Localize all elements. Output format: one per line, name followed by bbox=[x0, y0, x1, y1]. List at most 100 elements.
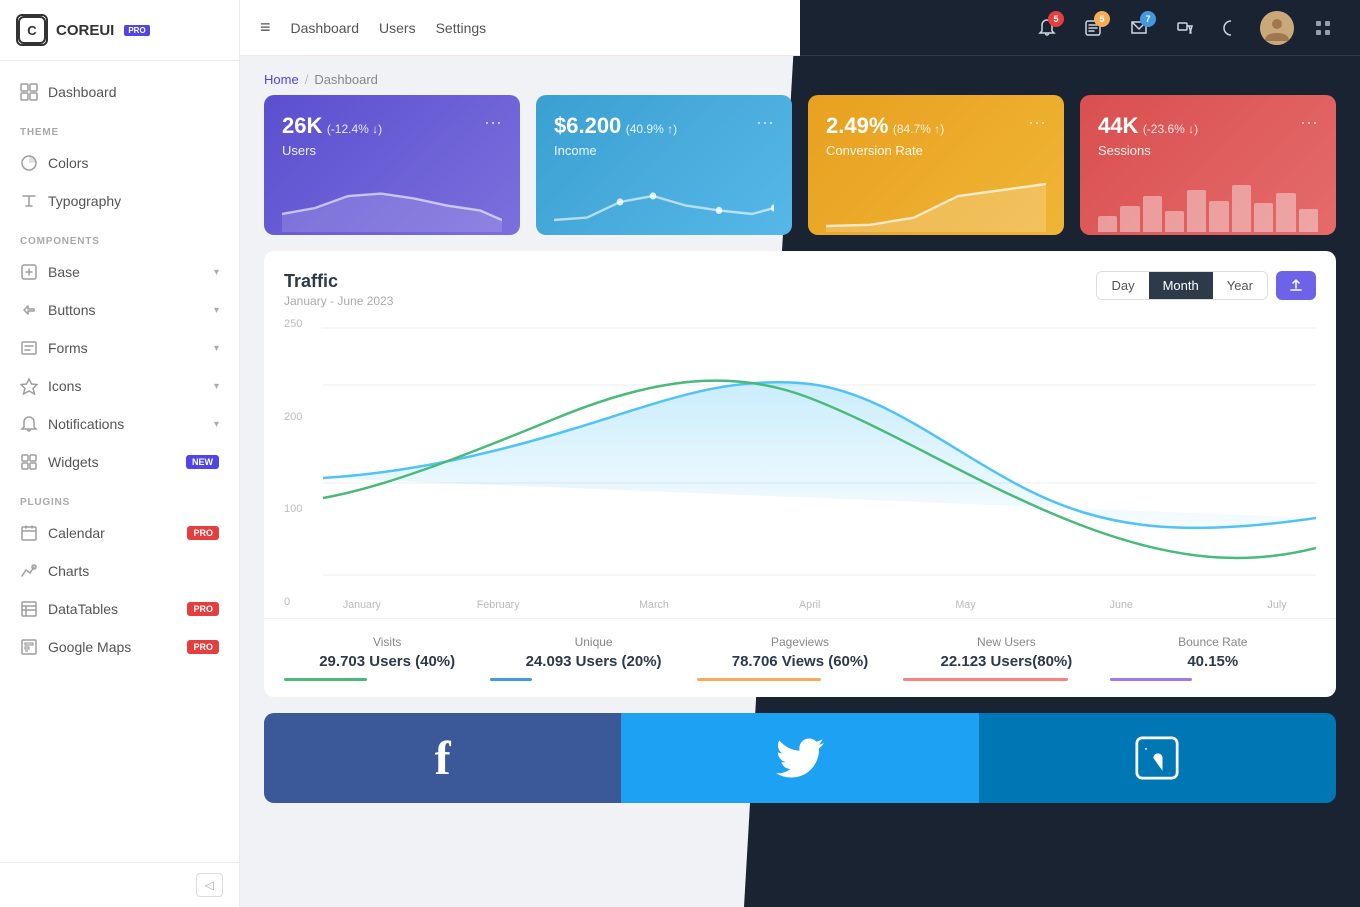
sidebar-item-charts[interactable]: Charts bbox=[0, 552, 239, 590]
upload-button[interactable] bbox=[1276, 271, 1316, 300]
period-button-group: Day Month Year bbox=[1096, 271, 1268, 300]
breadcrumb-home[interactable]: Home bbox=[264, 72, 299, 87]
tasks-button[interactable]: 5 bbox=[1076, 11, 1110, 45]
sidebar-item-icons[interactable]: Icons ▾ bbox=[0, 367, 239, 405]
stat-card-sessions-value: 44K (-23.6% ↓) bbox=[1098, 113, 1198, 139]
stat-card-conversion-menu[interactable]: ··· bbox=[1028, 113, 1046, 131]
unique-bar bbox=[490, 678, 531, 681]
pageviews-value: 78.706 Views (60%) bbox=[697, 653, 903, 670]
icons-icon bbox=[20, 377, 38, 395]
header-nav-settings[interactable]: Settings bbox=[436, 16, 487, 40]
traffic-subtitle: January - June 2023 bbox=[284, 294, 393, 308]
svg-text:C: C bbox=[27, 23, 37, 38]
bouncerate-value: 40.15% bbox=[1110, 653, 1316, 670]
period-day-button[interactable]: Day bbox=[1097, 272, 1148, 299]
sidebar-item-notifications-label: Notifications bbox=[48, 416, 204, 432]
main-content: ≡ Dashboard Users Settings 5 5 bbox=[240, 0, 1360, 907]
svg-text:June: June bbox=[1110, 599, 1133, 611]
linkedin-card[interactable] bbox=[979, 713, 1336, 803]
stat-cards: 26K (-12.4% ↓) Users ··· bbox=[240, 95, 1360, 251]
buttons-icon bbox=[20, 301, 38, 319]
traffic-stats: Visits 29.703 Users (40%) Unique 24.093 … bbox=[264, 618, 1336, 697]
stat-card-sessions-label: Sessions bbox=[1098, 143, 1198, 158]
traffic-stat-visits: Visits 29.703 Users (40%) bbox=[284, 635, 490, 681]
traffic-chart-svg: January February March April May June Ju… bbox=[284, 318, 1316, 618]
header-nav-dashboard[interactable]: Dashboard bbox=[291, 16, 360, 40]
sidebar-item-forms[interactable]: Forms ▾ bbox=[0, 329, 239, 367]
svg-text:February: February bbox=[477, 599, 520, 611]
sidebar-item-datatables[interactable]: DataTables PRO bbox=[0, 590, 239, 628]
bouncerate-bar bbox=[1110, 678, 1193, 681]
googlemaps-icon bbox=[20, 638, 38, 656]
notifications-button[interactable]: 5 bbox=[1030, 11, 1064, 45]
header-nav-users[interactable]: Users bbox=[379, 16, 416, 40]
darkmode-button[interactable] bbox=[1214, 11, 1248, 45]
traffic-title-block: Traffic January - June 2023 bbox=[284, 271, 393, 308]
visits-label: Visits bbox=[284, 635, 490, 649]
sidebar-item-colors[interactable]: Colors bbox=[0, 144, 239, 182]
period-month-button[interactable]: Month bbox=[1149, 272, 1213, 299]
period-year-button[interactable]: Year bbox=[1213, 272, 1267, 299]
twitter-card[interactable] bbox=[621, 713, 978, 803]
apps-grid-button[interactable] bbox=[1306, 11, 1340, 45]
newusers-value: 22.123 Users(80%) bbox=[903, 653, 1109, 670]
icons-chevron: ▾ bbox=[214, 381, 219, 392]
unique-value: 24.093 Users (20%) bbox=[490, 653, 696, 670]
user-avatar[interactable] bbox=[1260, 11, 1294, 45]
stat-card-users-menu[interactable]: ··· bbox=[484, 113, 502, 131]
unique-label: Unique bbox=[490, 635, 696, 649]
traffic-stat-bouncerate: Bounce Rate 40.15% bbox=[1110, 635, 1316, 681]
svg-text:July: July bbox=[1268, 599, 1288, 611]
buttons-chevron: ▾ bbox=[214, 305, 219, 316]
sidebar-item-calendar[interactable]: Calendar PRO bbox=[0, 514, 239, 552]
stat-card-sessions-menu[interactable]: ··· bbox=[1300, 113, 1318, 131]
forms-chevron: ▾ bbox=[214, 343, 219, 354]
base-chevron: ▾ bbox=[214, 267, 219, 278]
sidebar-item-widgets[interactable]: Widgets NEW bbox=[0, 443, 239, 481]
facebook-card[interactable]: f bbox=[264, 713, 621, 803]
header-nav: Dashboard Users Settings bbox=[291, 16, 487, 40]
stat-card-conversion-value: 2.49% (84.7% ↑) bbox=[826, 113, 944, 139]
messages-button[interactable]: 7 bbox=[1122, 11, 1156, 45]
visits-value: 29.703 Users (40%) bbox=[284, 653, 490, 670]
sidebar-item-dashboard-label: Dashboard bbox=[48, 84, 219, 100]
sidebar-collapse-button[interactable]: ◁ bbox=[196, 873, 223, 897]
svg-text:May: May bbox=[955, 599, 976, 611]
sidebar-item-notifications[interactable]: Notifications ▾ bbox=[0, 405, 239, 443]
social-cards: f bbox=[264, 713, 1336, 803]
stat-card-income-header: $6.200 (40.9% ↑) Income ··· bbox=[554, 113, 774, 158]
googlemaps-badge: PRO bbox=[187, 640, 219, 654]
sidebar-item-googlemaps[interactable]: Google Maps PRO bbox=[0, 628, 239, 666]
translate-button[interactable] bbox=[1168, 11, 1202, 45]
sidebar-item-datatables-label: DataTables bbox=[48, 601, 177, 617]
newusers-bar bbox=[903, 678, 1068, 681]
notification-badge: 5 bbox=[1048, 11, 1064, 27]
sidebar-item-buttons[interactable]: Buttons ▾ bbox=[0, 291, 239, 329]
logo-icon: C bbox=[16, 14, 48, 46]
sidebar-item-base[interactable]: Base ▾ bbox=[0, 253, 239, 291]
notifications-chevron: ▾ bbox=[214, 419, 219, 430]
sidebar-item-typography[interactable]: Typography bbox=[0, 182, 239, 220]
sidebar-item-dashboard[interactable]: Dashboard bbox=[0, 73, 239, 111]
messages-badge: 7 bbox=[1140, 11, 1156, 27]
logo-text: COREUI bbox=[56, 22, 114, 39]
traffic-chart-area: 250 200 100 0 bbox=[264, 308, 1336, 618]
typography-icon bbox=[20, 192, 38, 210]
dashboard-icon bbox=[20, 83, 38, 101]
sidebar-item-typography-label: Typography bbox=[48, 193, 219, 209]
stat-card-income-label: Income bbox=[554, 143, 677, 158]
colors-icon bbox=[20, 154, 38, 172]
newusers-label: New Users bbox=[903, 635, 1109, 649]
stat-card-users-value: 26K (-12.4% ↓) bbox=[282, 113, 382, 139]
stat-card-sessions-chart bbox=[1098, 172, 1318, 232]
svg-text:March: March bbox=[639, 599, 669, 611]
svg-text:April: April bbox=[799, 599, 820, 611]
sidebar-item-googlemaps-label: Google Maps bbox=[48, 639, 177, 655]
hamburger-icon[interactable]: ≡ bbox=[260, 17, 271, 38]
stat-card-income-menu[interactable]: ··· bbox=[756, 113, 774, 131]
plugins-section-label: PLUGINS bbox=[0, 481, 239, 514]
stat-card-conversion-header: 2.49% (84.7% ↑) Conversion Rate ··· bbox=[826, 113, 1046, 158]
stat-card-users-chart bbox=[282, 172, 502, 232]
svg-text:January: January bbox=[343, 599, 382, 611]
stat-card-users-header: 26K (-12.4% ↓) Users ··· bbox=[282, 113, 502, 158]
